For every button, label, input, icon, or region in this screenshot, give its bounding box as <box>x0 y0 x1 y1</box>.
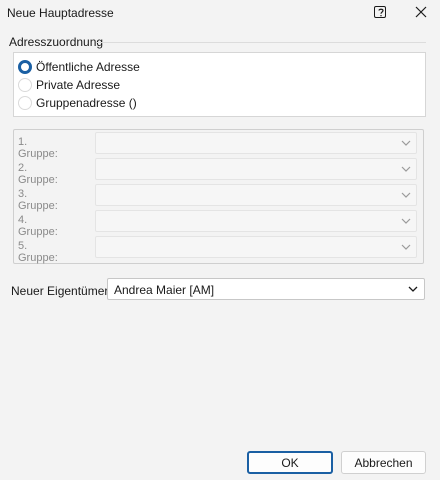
radio-label: Öffentliche Adresse <box>36 60 140 74</box>
radio-unchecked-icon[interactable] <box>18 96 32 110</box>
close-icon <box>415 6 427 18</box>
radio-private-address[interactable]: Private Adresse <box>18 77 120 93</box>
group-label: 1. Gruppe: <box>18 136 58 160</box>
chevron-down-icon <box>401 166 411 172</box>
radio-group-address[interactable]: Gruppenadresse () <box>18 95 137 111</box>
group-label: 2. Gruppe: <box>18 162 58 186</box>
radio-label: Private Adresse <box>36 78 121 92</box>
title-bar: Neue Hauptadresse <box>0 0 440 26</box>
owner-select[interactable]: Andrea Maier [AM] <box>107 278 425 300</box>
group-label: 4. Gruppe: <box>18 214 58 238</box>
group-4-select[interactable] <box>95 210 417 232</box>
group-label: 5. Gruppe: <box>18 240 58 264</box>
group-1-select[interactable] <box>95 132 417 154</box>
group-label: 3. Gruppe: <box>18 188 58 212</box>
help-button[interactable] <box>374 6 386 18</box>
group-selection-panel: 1. Gruppe: 2. Gruppe: 3. Gruppe: 4. Grup… <box>13 129 424 264</box>
chevron-down-icon <box>401 244 411 250</box>
chevron-down-icon <box>401 192 411 198</box>
chevron-down-icon <box>401 140 411 146</box>
radio-checked-icon[interactable] <box>18 60 32 74</box>
group-5-select[interactable] <box>95 236 417 258</box>
group-2-select[interactable] <box>95 158 417 180</box>
owner-value: Andrea Maier [AM] <box>114 283 215 297</box>
assignment-radio-group: Öffentliche Adresse Private Adresse Grup… <box>13 52 426 117</box>
radio-public-address[interactable]: Öffentliche Adresse <box>18 59 140 75</box>
question-icon <box>378 8 384 17</box>
owner-label: Neuer Eigentümer: <box>11 284 112 298</box>
radio-label: Gruppenadresse () <box>36 96 137 110</box>
assignment-label: Adresszuordnung <box>9 35 104 49</box>
section-divider <box>97 42 426 43</box>
window-title: Neue Hauptadresse <box>7 6 114 20</box>
cancel-button[interactable]: Abbrechen <box>341 451 426 474</box>
chevron-down-icon <box>401 218 411 224</box>
chevron-down-icon <box>408 286 418 292</box>
group-3-select[interactable] <box>95 184 417 206</box>
radio-unchecked-icon[interactable] <box>18 78 32 92</box>
close-button[interactable] <box>414 5 428 19</box>
ok-button[interactable]: OK <box>247 451 333 474</box>
